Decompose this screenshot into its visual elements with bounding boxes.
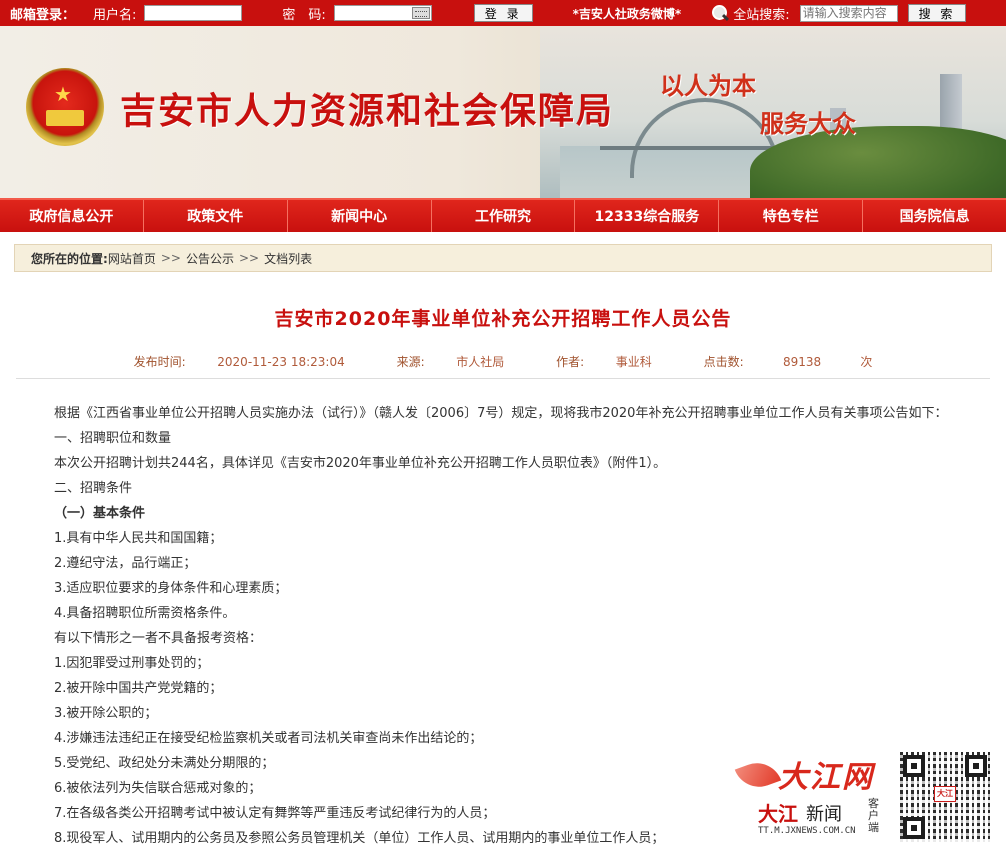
nav-item-gov-info[interactable]: 政府信息公开 <box>0 200 144 232</box>
slogan-line-2: 服务大众 <box>760 109 856 138</box>
slogan-line-1: 以人为本 <box>660 71 756 100</box>
nav-item-12333[interactable]: 12333综合服务 <box>575 200 720 232</box>
dajiang-client-label: 客户端 <box>868 797 879 834</box>
national-emblem-icon: ★ <box>26 68 104 146</box>
nav-item-policy[interactable]: 政策文件 <box>144 200 288 232</box>
search-input[interactable] <box>799 4 898 22</box>
main-nav: 政府信息公开 政策文件 新闻中心 工作研究 12333综合服务 特色专栏 国务院… <box>0 198 1006 232</box>
qr-finder-icon <box>903 817 925 839</box>
meta-source: 来源: 市人社局 <box>385 355 517 369</box>
meta-author: 作者: 事业科 <box>544 355 664 369</box>
dajiang-ribbon-icon <box>734 755 782 795</box>
soft-keyboard-icon[interactable] <box>411 7 430 19</box>
paragraph: 本次公开招聘计划共244名，具体详见《吉安市2020年事业单位补充公开招聘工作人… <box>54 456 667 471</box>
list-item: 2.被开除中国共产党党籍的； <box>54 681 223 696</box>
top-login-bar: 邮箱登录： 用户名: 密 码: 登 录 *吉安人社政务微博* 全站搜索: 搜 索 <box>0 0 1006 26</box>
nav-item-special[interactable]: 特色专栏 <box>719 200 864 232</box>
section-heading: 一、招聘职位和数量 <box>54 431 172 446</box>
paragraph: 根据《江西省事业单位公开招聘人员实施办法（试行）》（赣人发〔2006〕7号）规定… <box>54 406 948 421</box>
breadcrumb-sep: >> <box>160 251 181 265</box>
search-icon <box>711 4 729 22</box>
dajiang-news: 大江 <box>758 802 798 826</box>
qr-finder-icon <box>965 755 987 777</box>
meta-published: 发布时间: 2020-11-23 18:23:04 <box>122 355 357 369</box>
article-title: 吉安市2020年事业单位补充公开招聘工作人员公告 <box>274 308 732 330</box>
subsection-heading: （一）基本条件 <box>54 506 146 521</box>
breadcrumb-label: 您所在的位置: <box>31 251 108 266</box>
paragraph: 有以下情形之一者不具备报考资格： <box>54 631 263 646</box>
meta-published-value: 2020-11-23 18:23:04 <box>217 355 345 369</box>
meta-author-label: 作者: <box>556 355 585 369</box>
breadcrumb-current[interactable]: 文档列表 <box>264 250 312 267</box>
dajiang-news-suffix: 新闻 <box>806 804 842 825</box>
search-button[interactable]: 搜 索 <box>907 4 967 22</box>
qr-center-mark: 大江 <box>934 786 956 802</box>
list-item: 1.具有中华人民共和国国籍； <box>54 531 223 546</box>
list-item: 3.被开除公职的； <box>54 706 158 721</box>
meta-hits-value: 89138 <box>782 355 822 369</box>
meta-hits: 点击数: 89138 次 <box>692 355 885 369</box>
header-banner: ★ 吉安市人力资源和社会保障局 以人为本 服务大众 <box>0 26 1006 198</box>
meta-source-label: 来源: <box>396 355 425 369</box>
nav-item-research[interactable]: 工作研究 <box>432 200 576 232</box>
section-heading: 二、招聘条件 <box>54 481 133 496</box>
list-item: 3.适应职位要求的身体条件和心理素质； <box>54 581 288 596</box>
breadcrumb-sep: >> <box>238 251 260 265</box>
dajiang-url: TT.M.JXNEWS.COM.CN <box>758 826 856 836</box>
mail-login-label: 邮箱登录： <box>10 7 76 23</box>
username-label: 用户名: <box>93 7 137 23</box>
list-item: 4.涉嫌违法违纪正在接受纪检监察机关或者司法机关审查尚未作出结论的； <box>54 731 483 746</box>
meta-hits-label: 点击数: <box>703 355 744 369</box>
username-input[interactable] <box>144 5 243 21</box>
breadcrumb-notices[interactable]: 公告公示 <box>186 250 234 267</box>
qr-code-icon[interactable]: 大江 <box>900 752 990 842</box>
qr-finder-icon <box>903 755 925 777</box>
site-search-label: 全站搜索: <box>733 7 790 23</box>
list-item: 4.具备招聘职位所需资格条件。 <box>54 606 236 621</box>
meta-author-value: 事业科 <box>615 355 652 369</box>
meta-hits-unit: 次 <box>860 355 873 369</box>
list-item: 2.遵纪守法，品行端正； <box>54 556 197 571</box>
site-title: 吉安市人力资源和社会保障局 <box>120 90 615 132</box>
article-meta: 发布时间: 2020-11-23 18:23:04 来源: 市人社局 作者: 事… <box>0 353 1006 370</box>
meta-source-value: 市人社局 <box>456 355 505 369</box>
nav-item-state-council[interactable]: 国务院信息 <box>863 200 1006 232</box>
meta-published-label: 发布时间: <box>133 355 186 369</box>
login-button[interactable]: 登 录 <box>473 4 533 22</box>
nav-item-news[interactable]: 新闻中心 <box>288 200 432 232</box>
list-item: 1.因犯罪受过刑事处罚的； <box>54 656 210 671</box>
emblem-star-icon: ★ <box>54 82 72 106</box>
breadcrumb-home[interactable]: 网站首页 <box>108 250 156 267</box>
dajiang-logo[interactable]: 大江网 大江 新闻 TT.M.JXNEWS.COM.CN 客户端 <box>734 752 888 842</box>
emblem-gate-icon <box>46 110 84 126</box>
dajiang-brand: 大江网 <box>778 760 874 795</box>
password-field-wrap <box>333 5 432 21</box>
weibo-link[interactable]: *吉安人社政务微博* <box>573 5 682 22</box>
password-label: 密 码: <box>282 7 326 23</box>
breadcrumb: 您所在的位置: 网站首页 >> 公告公示 >> 文档列表 <box>14 244 992 272</box>
